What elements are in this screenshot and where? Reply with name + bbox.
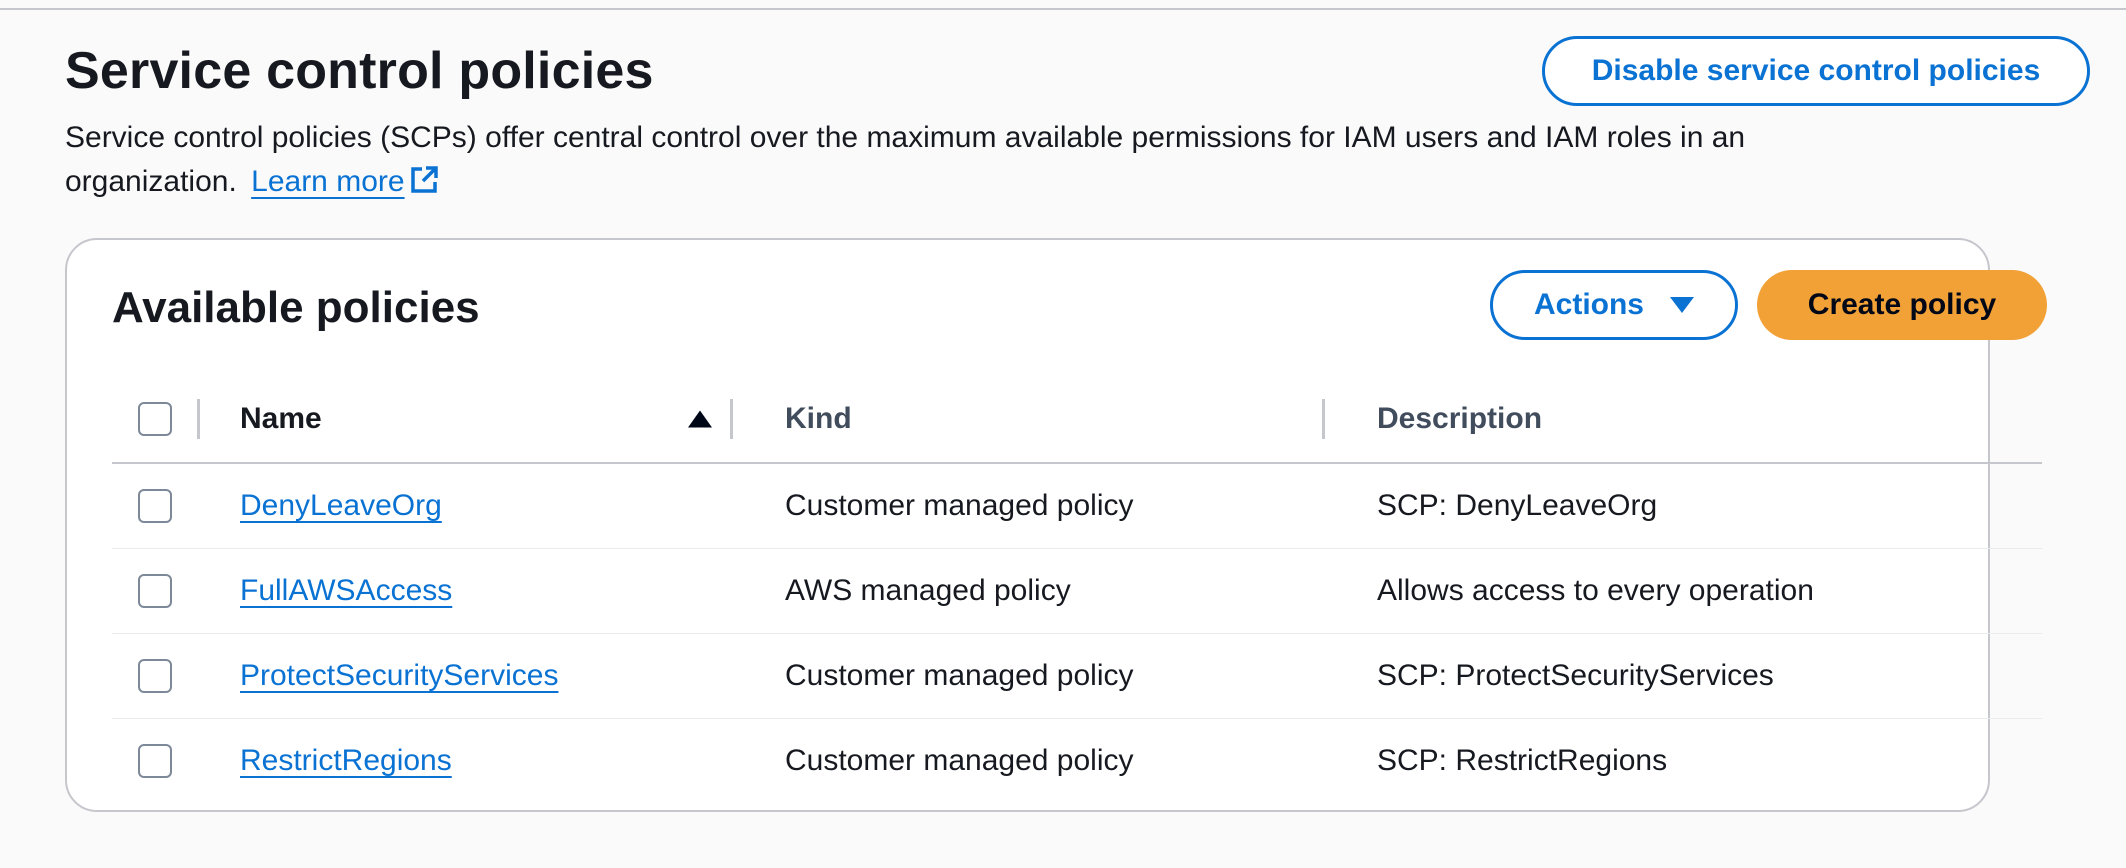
policy-name-link[interactable]: DenyLeaveOrg [240,464,442,548]
create-policy-button[interactable]: Create policy [1757,270,2047,340]
policy-description: SCP: ProtectSecurityServices [1377,659,1774,692]
row-checkbox[interactable] [138,489,172,523]
column-resizer[interactable] [197,399,200,439]
available-policies-panel: Available policies Actions Create policy… [65,238,2047,812]
column-header-kind[interactable]: Kind [785,376,852,462]
create-policy-label: Create policy [1807,288,1997,321]
column-header-name[interactable]: Name [240,376,322,462]
policy-kind: AWS managed policy [785,574,1071,607]
disable-scp-button[interactable]: Disable service control policies [1542,36,2090,106]
policy-description: Allows access to every operation [1377,574,1814,607]
disable-scp-label: Disable service control policies [1591,54,2041,87]
column-resizer[interactable] [730,399,733,439]
policy-kind: Customer managed policy [785,489,1134,522]
actions-dropdown-button[interactable]: Actions [1490,270,1738,340]
row-checkbox[interactable] [138,659,172,693]
table-row: ProtectSecurityServices Customer managed… [112,634,2042,719]
panel-title: Available policies [112,283,480,332]
learn-more-label: Learn more [251,165,405,198]
policies-table: Name Kind Description DenyLeaveOrg Custo… [112,376,2042,803]
table-row: FullAWSAccess AWS managed policy Allows … [112,549,2042,634]
policy-description: SCP: DenyLeaveOrg [1377,489,1658,522]
table-row: RestrictRegions Customer managed policy … [112,719,2042,803]
learn-more-link[interactable]: Learn more [251,165,438,198]
row-checkbox[interactable] [138,744,172,778]
select-all-checkbox[interactable] [138,402,172,436]
top-divider [0,8,2126,10]
column-header-description[interactable]: Description [1377,376,1542,462]
caret-down-icon [1670,297,1694,313]
row-checkbox[interactable] [138,574,172,608]
policy-name-link[interactable]: RestrictRegions [240,719,452,803]
column-resizer[interactable] [1322,399,1325,439]
policy-description: SCP: RestrictRegions [1377,744,1668,777]
policy-name-link[interactable]: ProtectSecurityServices [240,634,558,718]
policy-kind: Customer managed policy [785,744,1134,777]
page-description: Service control policies (SCPs) offer ce… [65,116,1885,208]
policy-name-link[interactable]: FullAWSAccess [240,549,452,633]
table-header-row: Name Kind Description [112,376,2042,464]
policy-kind: Customer managed policy [785,659,1134,692]
external-link-icon [409,164,439,208]
actions-label: Actions [1533,288,1644,321]
sort-ascending-icon[interactable] [688,410,712,428]
table-row: DenyLeaveOrg Customer managed policy SCP… [112,464,2042,549]
